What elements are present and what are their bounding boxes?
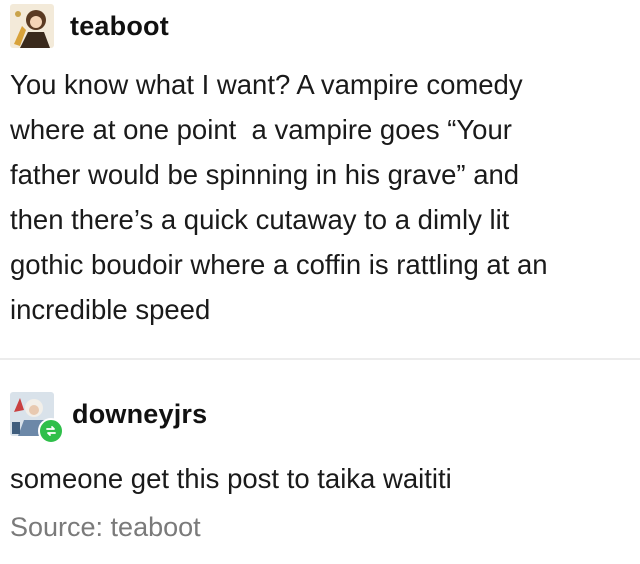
reblog-header: downeyjrs bbox=[10, 392, 207, 444]
reblog-body: someone get this post to taika waititi bbox=[10, 456, 452, 501]
original-poster-username[interactable]: teaboot bbox=[70, 11, 169, 42]
user-avatar-icon bbox=[10, 4, 54, 48]
reblog-badge bbox=[38, 418, 64, 444]
post-text-line: You know what I want? A vampire comedy bbox=[10, 69, 523, 100]
post-text-line: where at one point a vampire goes “Your bbox=[10, 114, 512, 145]
reblog-text: someone get this post to taika waititi bbox=[10, 463, 452, 494]
source-attribution[interactable]: Source: teaboot bbox=[10, 512, 201, 543]
post-divider bbox=[0, 358, 640, 360]
post-text-line: father would be spinning in his grave” a… bbox=[10, 159, 520, 190]
original-post-body: You know what I want? A vampire comedy w… bbox=[10, 62, 548, 332]
reblog-icon bbox=[46, 426, 56, 436]
teaboot-avatar[interactable] bbox=[10, 4, 54, 48]
post-text-line: incredible speed bbox=[10, 294, 211, 325]
reblogger-username[interactable]: downeyjrs bbox=[72, 399, 207, 430]
downeyjrs-avatar[interactable] bbox=[10, 392, 64, 444]
post-text-line: gothic boudoir where a coffin is rattlin… bbox=[10, 249, 548, 280]
post-text-line: then there’s a quick cutaway to a dimly … bbox=[10, 204, 510, 235]
original-post-header: teaboot bbox=[10, 4, 169, 48]
